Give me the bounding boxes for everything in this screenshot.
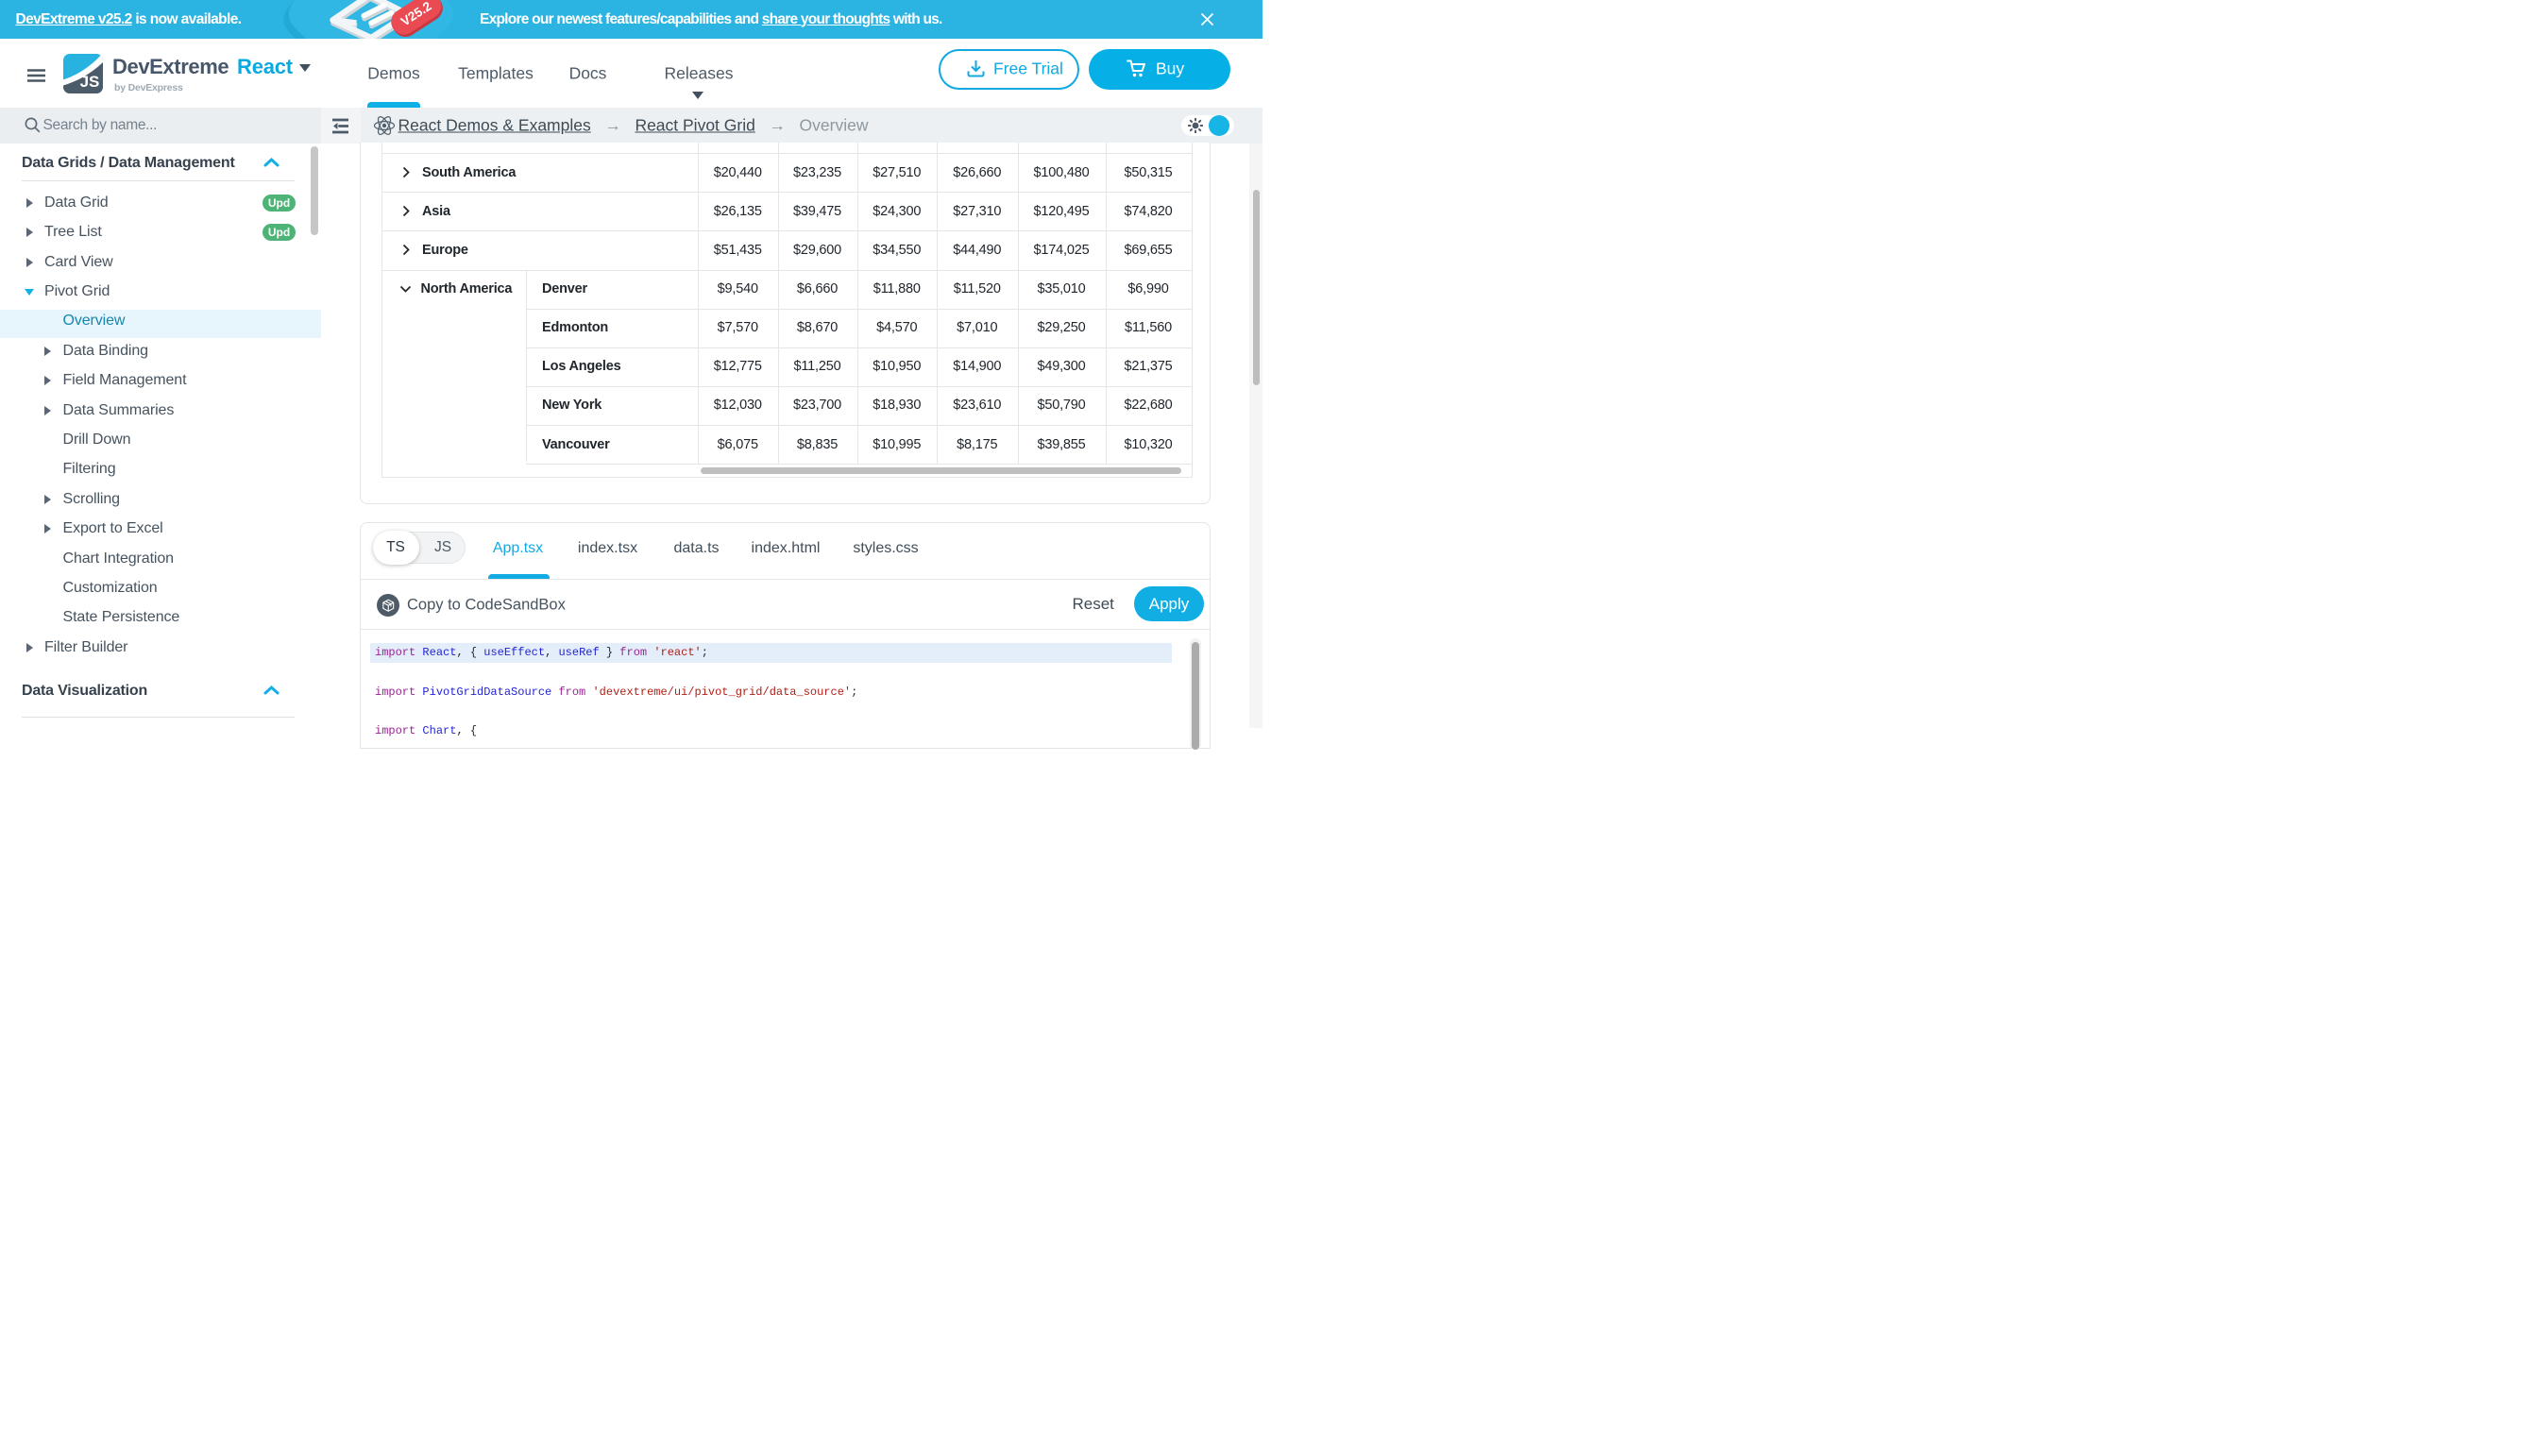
svg-text:JS: JS <box>80 73 100 91</box>
